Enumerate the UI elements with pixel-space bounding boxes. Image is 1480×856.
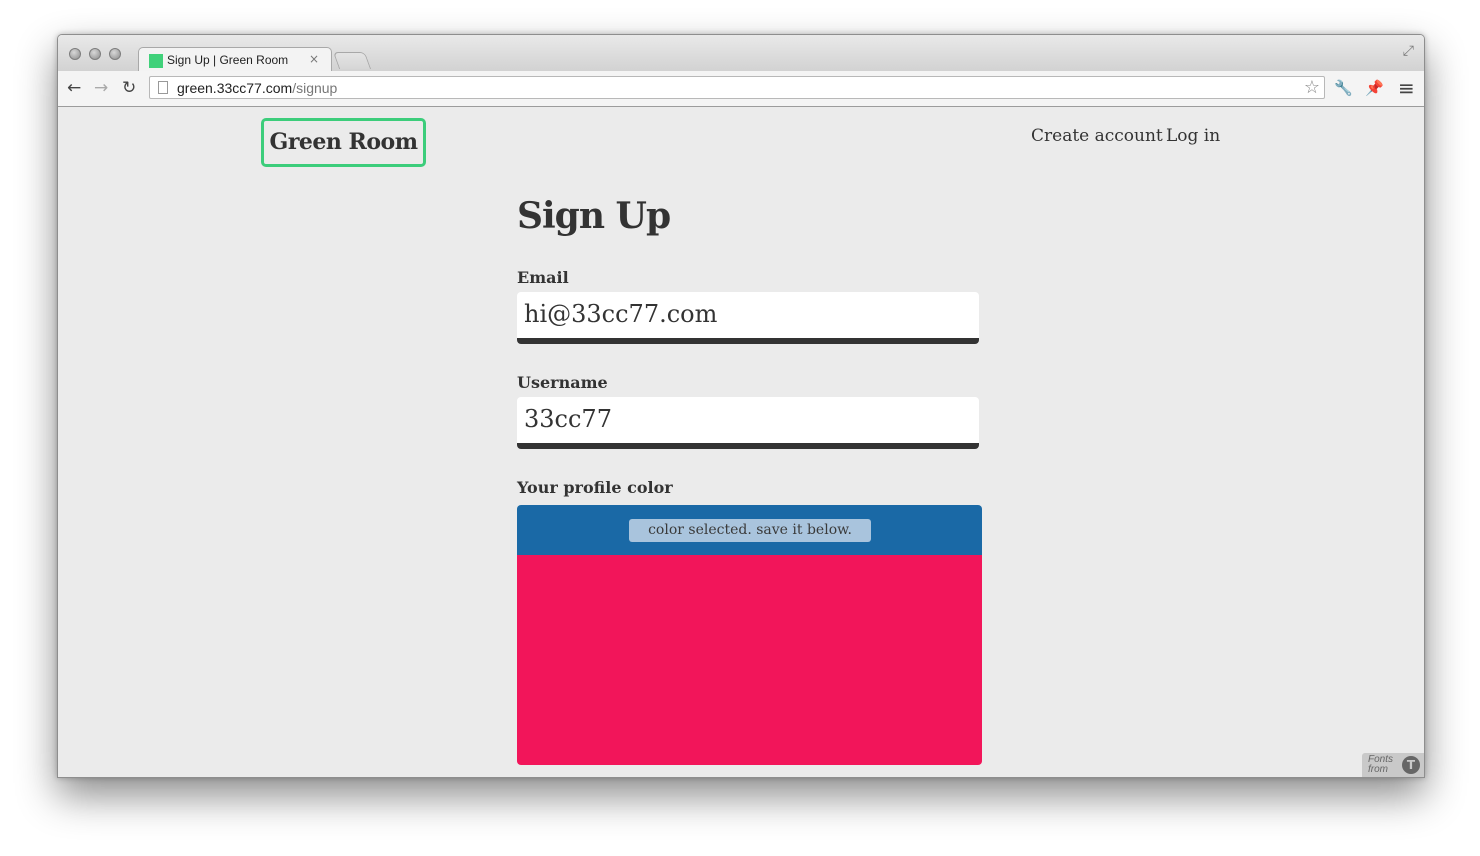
- minimize-window-button[interactable]: [89, 48, 101, 60]
- fullscreen-icon[interactable]: ⤢: [1403, 43, 1414, 59]
- profile-color-label: Your profile color: [517, 478, 673, 497]
- tab-close-icon[interactable]: ×: [309, 52, 319, 66]
- page-icon: [158, 81, 168, 94]
- selected-color-swatch[interactable]: [517, 555, 982, 765]
- username-field[interactable]: 33cc77: [517, 397, 979, 449]
- create-account-link[interactable]: Create account: [1031, 126, 1163, 146]
- browser-window: Sign Up | Green Room × ⤢ ← → ↻ green.33c…: [57, 34, 1425, 778]
- new-tab-button[interactable]: [332, 52, 372, 69]
- url-text[interactable]: green.33cc77.com/signup: [177, 80, 337, 96]
- zoom-window-button[interactable]: [109, 48, 121, 60]
- forward-icon[interactable]: →: [94, 78, 108, 98]
- typekit-icon: T: [1402, 756, 1420, 774]
- reload-icon[interactable]: ↻: [122, 78, 136, 98]
- address-bar[interactable]: green.33cc77.com/signup ☆: [149, 76, 1325, 99]
- bookmark-star-icon[interactable]: ☆: [1304, 77, 1320, 98]
- wrench-icon[interactable]: 🔧: [1334, 78, 1353, 98]
- profile-color-picker[interactable]: color selected. save it below.: [517, 505, 982, 765]
- color-status-badge: color selected. save it below.: [629, 519, 871, 542]
- browser-tab[interactable]: Sign Up | Green Room ×: [138, 47, 332, 73]
- back-icon[interactable]: ←: [67, 78, 81, 98]
- close-window-button[interactable]: [69, 48, 81, 60]
- url-path: /signup: [292, 80, 338, 96]
- email-label: Email: [517, 268, 569, 287]
- pin-icon[interactable]: 📌: [1365, 78, 1384, 98]
- page-content: Green Room Create account Log in Sign Up…: [58, 107, 1424, 777]
- page-title: Sign Up: [517, 195, 671, 237]
- tab-title: Sign Up | Green Room: [167, 53, 289, 67]
- color-picker-header: color selected. save it below.: [517, 505, 982, 555]
- tab-strip: Sign Up | Green Room × ⤢: [58, 35, 1424, 73]
- favicon-icon: [149, 54, 163, 68]
- username-label: Username: [517, 373, 608, 392]
- log-in-link[interactable]: Log in: [1166, 126, 1220, 146]
- url-host: green.33cc77.com: [177, 80, 293, 96]
- site-logo[interactable]: Green Room: [261, 118, 426, 167]
- browser-toolbar: ← → ↻ green.33cc77.com/signup ☆ 🔧 📌 ≡: [58, 71, 1424, 107]
- email-field[interactable]: hi@33cc77.com: [517, 292, 979, 344]
- fonts-from-text: Fonts from: [1368, 754, 1394, 775]
- fonts-from-badge[interactable]: Fonts from T: [1362, 753, 1424, 777]
- menu-icon[interactable]: ≡: [1398, 78, 1415, 98]
